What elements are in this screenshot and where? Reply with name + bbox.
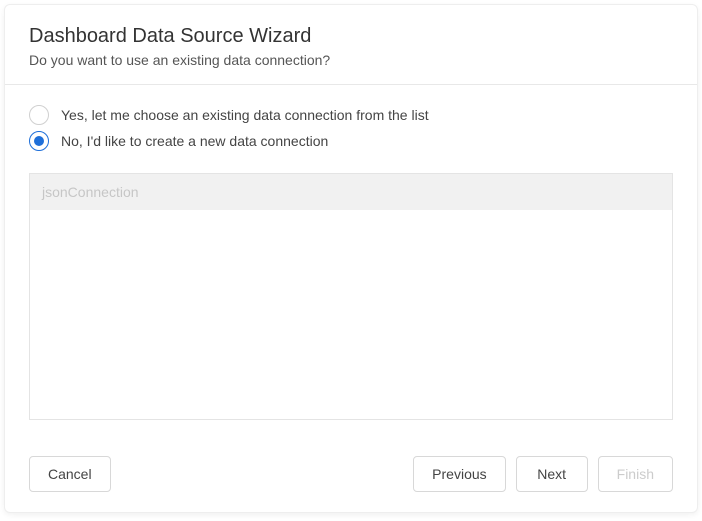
wizard-dialog: Dashboard Data Source Wizard Do you want… (4, 4, 698, 513)
wizard-footer: Cancel Previous Next Finish (5, 440, 697, 512)
wizard-title: Dashboard Data Source Wizard (29, 25, 673, 48)
next-button[interactable]: Next (516, 456, 588, 492)
connection-choice-group: Yes, let me choose an existing data conn… (29, 105, 673, 157)
cancel-button[interactable]: Cancel (29, 456, 111, 492)
connection-list[interactable]: jsonConnection (29, 173, 673, 420)
radio-option-new[interactable]: No, I'd like to create a new data connec… (29, 131, 673, 151)
wizard-body: Yes, let me choose an existing data conn… (5, 85, 697, 440)
radio-icon (29, 105, 49, 125)
list-item[interactable]: jsonConnection (30, 174, 672, 210)
wizard-header: Dashboard Data Source Wizard Do you want… (5, 5, 697, 85)
wizard-subtitle: Do you want to use an existing data conn… (29, 52, 673, 68)
footer-right-group: Previous Next Finish (413, 456, 673, 492)
radio-label-new: No, I'd like to create a new data connec… (61, 133, 328, 149)
radio-icon (29, 131, 49, 151)
previous-button[interactable]: Previous (413, 456, 505, 492)
finish-button: Finish (598, 456, 673, 492)
radio-label-existing: Yes, let me choose an existing data conn… (61, 107, 429, 123)
radio-option-existing[interactable]: Yes, let me choose an existing data conn… (29, 105, 673, 125)
